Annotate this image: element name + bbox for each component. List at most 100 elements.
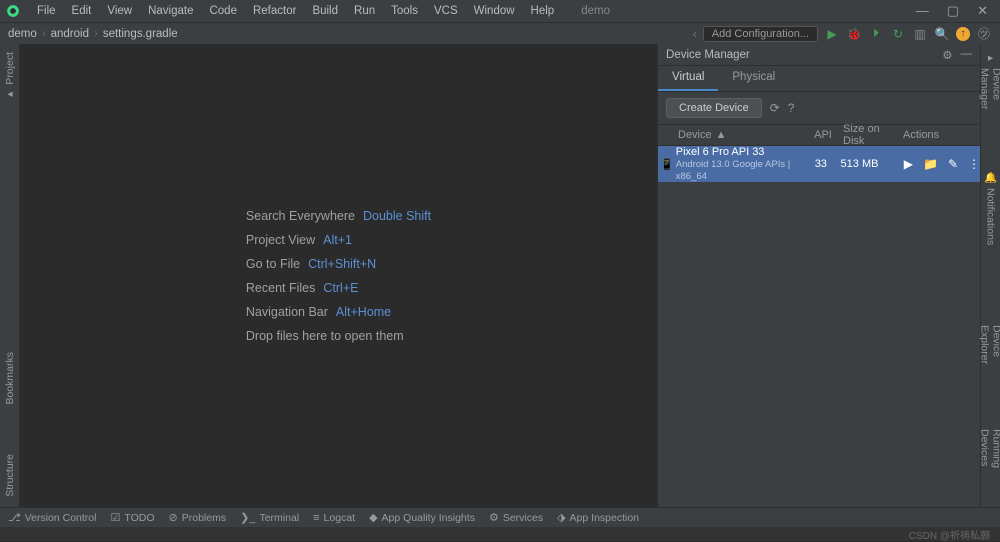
avd-icon[interactable]: ▥: [912, 26, 928, 42]
gear-icon[interactable]: ⚙: [942, 48, 952, 62]
folder-icon[interactable]: 📁: [923, 157, 938, 171]
breadcrumb-root[interactable]: demo: [8, 28, 37, 40]
project-tool-tab[interactable]: ▸Project: [4, 52, 16, 101]
chevron-right-icon: ›: [42, 28, 46, 40]
inspect-icon: ⬗: [557, 511, 565, 524]
launch-icon[interactable]: ▶: [904, 157, 913, 171]
col-actions: Actions: [903, 129, 980, 141]
menu-file[interactable]: File: [30, 3, 63, 19]
sync-icon[interactable]: ↻: [890, 26, 906, 42]
shortcuts-panel: Search Everywhere Double Shift Project Vi…: [246, 209, 431, 343]
main-area: ▸Project Bookmarks Structure Search Ever…: [0, 44, 1000, 507]
breadcrumb-module[interactable]: android: [51, 28, 89, 40]
branch-icon: ⎇: [8, 511, 21, 524]
shortcut-row: Search Everywhere Double Shift: [246, 209, 431, 223]
minimize-icon[interactable]: —: [916, 3, 929, 19]
user-icon[interactable]: ㋡: [976, 26, 992, 42]
shortcut-label: Navigation Bar: [246, 305, 328, 319]
menu-run[interactable]: Run: [347, 3, 382, 19]
device-explorer-tab[interactable]: Device Explorer: [979, 325, 1000, 389]
shortcut-label: Search Everywhere: [246, 209, 355, 223]
bookmarks-tool-tab[interactable]: Bookmarks: [4, 352, 16, 405]
device-size: 513 MB: [841, 158, 900, 170]
bell-icon: 🔔: [984, 171, 997, 184]
shortcut-row: Navigation BarAlt+Home: [246, 305, 431, 319]
sb-services[interactable]: ⚙Services: [489, 511, 543, 524]
main-menu: File Edit View Navigate Code Refactor Bu…: [30, 3, 561, 19]
shortcut-key: Double Shift: [363, 209, 431, 223]
update-badge-icon[interactable]: ↑: [956, 27, 970, 41]
menu-tools[interactable]: Tools: [384, 3, 425, 19]
menu-refactor[interactable]: Refactor: [246, 3, 303, 19]
col-api[interactable]: API: [803, 129, 843, 141]
create-device-button[interactable]: Create Device: [666, 98, 762, 118]
menu-edit[interactable]: Edit: [65, 3, 99, 19]
tab-physical[interactable]: Physical: [718, 66, 789, 91]
more-icon[interactable]: ⋮: [968, 157, 980, 171]
menu-navigate[interactable]: Navigate: [141, 3, 200, 19]
device-row[interactable]: 📱 Pixel 6 Pro API 33 Android 13.0 Google…: [658, 146, 980, 182]
debug-icon[interactable]: 🐞: [846, 26, 862, 42]
shortcut-key: Alt+1: [323, 233, 352, 247]
search-icon[interactable]: 🔍: [934, 26, 950, 42]
android-studio-logo: [6, 4, 20, 18]
structure-tool-tab[interactable]: Structure: [4, 454, 16, 497]
drop-hint: Drop files here to open them: [246, 329, 431, 343]
terminal-icon: ❯_: [240, 511, 255, 524]
menu-view[interactable]: View: [100, 3, 139, 19]
col-size[interactable]: Size on Disk: [843, 123, 903, 147]
sb-problems[interactable]: ⊘Problems: [169, 511, 227, 524]
running-devices-tab[interactable]: Running Devices: [979, 429, 1000, 497]
breadcrumb: demo › android › settings.gradle: [8, 28, 178, 40]
sb-app-inspection[interactable]: ⬗App Inspection: [557, 511, 639, 524]
folder-icon: ▸: [4, 89, 16, 101]
refresh-icon[interactable]: ⟳: [770, 101, 780, 115]
col-device[interactable]: Device▲: [658, 129, 803, 141]
profile-icon[interactable]: ⏵: [868, 26, 884, 42]
sb-terminal[interactable]: ❯_Terminal: [240, 511, 299, 524]
left-tool-gutter: ▸Project Bookmarks Structure: [0, 44, 20, 507]
device-tabs: Virtual Physical: [658, 66, 980, 92]
menu-vcs[interactable]: VCS: [427, 3, 465, 19]
devices-icon: ▸: [985, 52, 997, 64]
sb-logcat[interactable]: ≡Logcat: [313, 512, 355, 524]
menu-build[interactable]: Build: [305, 3, 345, 19]
arrow-left-icon[interactable]: ‹: [693, 27, 697, 41]
device-name: Pixel 6 Pro API 33: [676, 146, 801, 159]
phone-icon: 📱: [658, 158, 676, 171]
edit-icon[interactable]: ✎: [948, 157, 958, 171]
sort-asc-icon: ▲: [716, 129, 727, 141]
toolbar-right: ‹ Add Configuration... ▶ 🐞 ⏵ ↻ ▥ 🔍 ↑ ㋡: [693, 26, 992, 42]
panel-title: Device Manager: [666, 49, 750, 61]
window-controls: — ▢ ✕: [916, 3, 994, 19]
logcat-icon: ≡: [313, 512, 319, 524]
sb-app-quality[interactable]: ◆App Quality Insights: [369, 511, 475, 524]
add-configuration-button[interactable]: Add Configuration...: [703, 26, 818, 42]
shortcut-row: Go to FileCtrl+Shift+N: [246, 257, 431, 271]
tab-virtual[interactable]: Virtual: [658, 66, 718, 91]
menu-help[interactable]: Help: [524, 3, 562, 19]
editor-empty-state: Search Everywhere Double Shift Project Vi…: [20, 44, 657, 507]
menu-window[interactable]: Window: [467, 3, 522, 19]
device-manager-header: Device Manager ⚙ —: [658, 44, 980, 66]
notifications-tab[interactable]: 🔔Notifications: [984, 171, 997, 245]
maximize-icon[interactable]: ▢: [947, 3, 959, 19]
quality-icon: ◆: [369, 511, 377, 524]
shortcut-row: Recent FilesCtrl+E: [246, 281, 431, 295]
shortcut-row: Project ViewAlt+1: [246, 233, 431, 247]
run-icon[interactable]: ▶: [824, 26, 840, 42]
chevron-right-icon: ›: [94, 28, 98, 40]
minimize-panel-icon[interactable]: —: [961, 48, 973, 62]
device-toolbar: Create Device ⟳ ?: [658, 92, 980, 124]
help-icon[interactable]: ?: [788, 101, 795, 115]
status-bar: ⎇Version Control ☑TODO ⊘Problems ❯_Termi…: [0, 507, 1000, 527]
device-manager-tab[interactable]: ▸Device Manager: [979, 52, 1000, 131]
breadcrumb-file[interactable]: settings.gradle: [103, 28, 178, 40]
window-project-name: demo: [581, 5, 610, 17]
sb-version-control[interactable]: ⎇Version Control: [8, 511, 96, 524]
device-subtitle: Android 13.0 Google APIs | x86_64: [676, 159, 801, 182]
menu-code[interactable]: Code: [202, 3, 244, 19]
close-icon[interactable]: ✕: [977, 3, 988, 19]
shortcut-label: Recent Files: [246, 281, 315, 295]
sb-todo[interactable]: ☑TODO: [110, 511, 154, 524]
